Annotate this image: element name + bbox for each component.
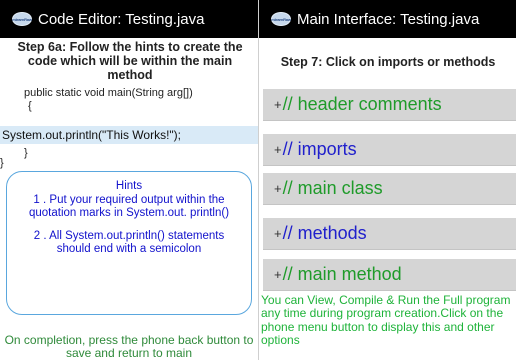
step-6a-instruction: Step 6a: Follow the hints to create the …	[17, 40, 243, 82]
hint-item: 2 . All System.out.println() statements …	[33, 230, 225, 255]
menu-item-label: // header comments	[282, 94, 442, 114]
code-edit-line[interactable]: System.out.println("This Works!");	[0, 126, 258, 144]
menu-item-label: // imports	[282, 139, 357, 159]
main-interface-titlebar: mlearnRaw Main Interface: Testing.java	[259, 0, 516, 38]
completion-note: On completion, press the phone back butt…	[4, 333, 254, 360]
expand-plus-icon: +	[274, 267, 282, 282]
code-editor-title: Code Editor: Testing.java	[38, 10, 205, 28]
menu-item-label: // methods	[282, 223, 367, 243]
hints-box: Hints 1 . Put your required output withi…	[6, 171, 252, 315]
hint-item: 1 . Put your required output within the …	[28, 194, 230, 219]
menu-item-header-comments[interactable]: + // header comments	[263, 89, 516, 121]
expand-plus-icon: +	[274, 97, 282, 112]
code-editor-panel: mlearnRaw Code Editor: Testing.java Step…	[0, 0, 258, 360]
expand-plus-icon: +	[274, 142, 282, 157]
code-line-close-brace: }	[24, 147, 28, 159]
app-logo-icon: mlearnRaw	[271, 12, 291, 26]
menu-item-label: // main class	[282, 178, 383, 198]
hints-title: Hints	[115, 180, 143, 192]
menu-item-imports[interactable]: + // imports	[263, 134, 516, 166]
app-logo-icon: mlearnRaw	[12, 12, 32, 26]
main-interface-title: Main Interface: Testing.java	[297, 10, 480, 28]
expand-plus-icon: +	[274, 181, 282, 196]
expand-plus-icon: +	[274, 226, 282, 241]
code-editor-titlebar: mlearnRaw Code Editor: Testing.java	[0, 0, 258, 38]
menu-item-main-method[interactable]: + // main method	[263, 259, 516, 291]
code-line-open-brace: {	[28, 100, 32, 112]
code-line-main-signature: public static void main(String arg[])	[24, 87, 193, 99]
menu-item-methods[interactable]: + // methods	[263, 218, 516, 250]
step-7-instruction: Step 7: Click on imports or methods	[280, 55, 496, 69]
code-line-class-close-brace: }	[0, 157, 4, 169]
main-interface-panel: mlearnRaw Main Interface: Testing.java S…	[258, 0, 516, 360]
info-footer: You can View, Compile & Run the Full pro…	[261, 293, 511, 348]
menu-item-main-class[interactable]: + // main class	[263, 173, 516, 205]
menu-item-label: // main method	[282, 264, 402, 284]
